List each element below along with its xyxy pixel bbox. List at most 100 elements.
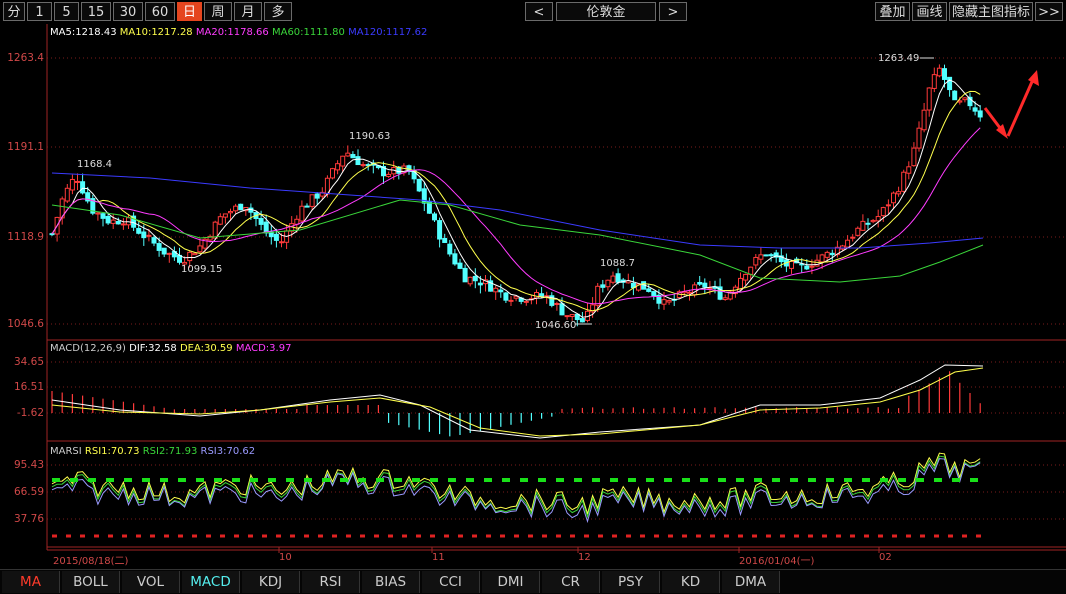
- candle-body: [952, 90, 958, 101]
- candle-body: [707, 287, 713, 290]
- candle-body: [166, 252, 172, 255]
- candle-body: [508, 299, 514, 302]
- rsi-name: MARSI: [50, 446, 82, 457]
- candle-body: [865, 222, 871, 225]
- candle-body: [503, 292, 509, 301]
- date-label: 12: [578, 552, 591, 563]
- candle-body: [477, 282, 483, 286]
- indicator-tab-dma[interactable]: DMA: [722, 571, 780, 593]
- indicator-tabbar: MA BOLL VOL MACD KDJ RSI BIAS CCI DMI CR PSY KD DMA: [0, 569, 1066, 594]
- candle-body: [661, 299, 667, 305]
- candle-body: [845, 239, 851, 248]
- macd-value-legend: MACD:3.97: [235, 343, 292, 354]
- candle-body: [885, 204, 891, 207]
- candle-body: [228, 210, 233, 214]
- candle-body: [850, 236, 856, 239]
- candle-body: [860, 220, 866, 231]
- indicator-tab-macd[interactable]: MACD: [182, 571, 240, 593]
- main-legend: MA5:1218.43 MA10:1217.28 MA20:1178.66 MA…: [50, 27, 427, 38]
- dif-line: [51, 364, 984, 439]
- candle-body: [437, 220, 443, 240]
- candle-body: [916, 127, 922, 149]
- candle-body: [258, 218, 264, 225]
- candle-body: [534, 291, 539, 299]
- candle-body: [105, 215, 111, 224]
- indicator-tab-vol[interactable]: VOL: [122, 571, 180, 593]
- candle-body: [442, 237, 448, 243]
- candle-body: [972, 107, 978, 112]
- candle-body: [687, 291, 692, 294]
- candle-body: [559, 303, 565, 316]
- date-label: 10: [279, 552, 292, 563]
- candle-body: [743, 273, 749, 281]
- candle-body: [666, 300, 672, 303]
- candle-body: [646, 288, 652, 292]
- dea-legend: DEA:30.59: [179, 343, 233, 354]
- candle-body: [279, 241, 284, 244]
- candle-body: [273, 233, 279, 241]
- candle-body: [595, 285, 601, 306]
- candle-body: [804, 265, 810, 270]
- candle-body: [600, 284, 606, 288]
- candle-body: [763, 254, 769, 257]
- candle-body: [697, 282, 703, 285]
- candle-body: [702, 282, 708, 288]
- date-label: 2015/08/18(二): [53, 556, 129, 567]
- candle-body: [233, 205, 239, 212]
- candle-body: [875, 216, 881, 222]
- indicator-tab-cr[interactable]: CR: [542, 571, 600, 593]
- candle-body: [569, 314, 575, 317]
- candle-body: [870, 219, 876, 223]
- candle-body: [962, 97, 968, 101]
- date-label: 02: [879, 552, 892, 563]
- candle-body: [350, 154, 356, 159]
- candle-body: [345, 152, 351, 157]
- rsi1-line: [51, 452, 981, 516]
- price-annotation: 1088.7: [600, 258, 635, 269]
- price-annotation: 1046.60: [535, 320, 577, 331]
- candle-body: [615, 273, 621, 283]
- candle-body: [64, 187, 70, 202]
- ma20-line: [51, 127, 981, 305]
- candle-body: [880, 207, 886, 217]
- candle-body: [457, 262, 463, 269]
- price-annotation: 1099.15: [181, 264, 223, 275]
- candle-body: [753, 256, 759, 266]
- candle-body: [911, 147, 917, 167]
- candle-body: [151, 237, 157, 244]
- candle-body: [605, 279, 611, 288]
- indicator-tab-cci[interactable]: CCI: [422, 571, 480, 593]
- candle-body: [936, 67, 942, 77]
- indicator-tab-kdj[interactable]: KDJ: [242, 571, 300, 593]
- indicator-tab-bias[interactable]: BIAS: [362, 571, 420, 593]
- indicator-tab-rsi[interactable]: RSI: [302, 571, 360, 593]
- candle-body: [814, 259, 820, 267]
- dif-legend: DIF:32.58: [129, 343, 177, 354]
- indicator-tab-boll[interactable]: BOLL: [62, 571, 120, 593]
- indicator-tab-kd[interactable]: KD: [662, 571, 720, 593]
- indicator-tab-dmi[interactable]: DMI: [482, 571, 540, 593]
- candle-body: [579, 318, 585, 323]
- rsi2-legend: RSI2:71.93: [142, 446, 198, 457]
- rsi3-legend: RSI3:70.62: [200, 446, 256, 457]
- candle-body: [493, 287, 499, 293]
- candle-body: [161, 247, 167, 255]
- candle-body: [355, 156, 361, 166]
- candle-body: [467, 276, 473, 285]
- candle-body: [136, 227, 142, 234]
- kline-chart[interactable]: [0, 0, 1066, 569]
- ma10-line: [51, 90, 981, 312]
- forecast-arrow: [1006, 74, 1037, 137]
- candle-body: [110, 219, 116, 224]
- candle-body: [554, 302, 560, 305]
- candle-body: [314, 193, 320, 199]
- candle-body: [758, 254, 764, 260]
- candle-body: [95, 212, 101, 215]
- candle-body: [931, 74, 937, 89]
- candle-body: [141, 231, 147, 239]
- candle-body: [304, 205, 310, 208]
- indicator-tab-psy[interactable]: PSY: [602, 571, 660, 593]
- indicator-tab-ma[interactable]: MA: [2, 571, 60, 593]
- candle-body: [115, 220, 121, 225]
- candle-body: [80, 181, 86, 194]
